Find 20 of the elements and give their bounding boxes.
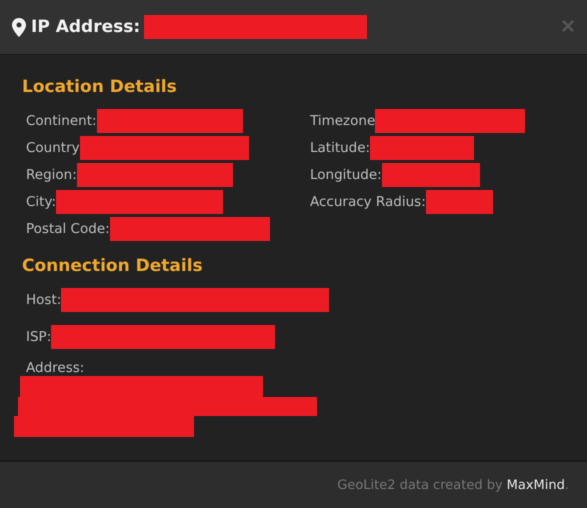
field-label: Postal Code: bbox=[26, 220, 110, 236]
field-label: Host: bbox=[26, 292, 62, 308]
location-pin-icon bbox=[12, 18, 26, 36]
field-label: Accuracy Radius: bbox=[310, 194, 426, 210]
field-label: ISP: bbox=[26, 328, 52, 344]
field-label: Country bbox=[26, 140, 80, 156]
field-label: Latitude: bbox=[310, 140, 370, 156]
field-label: Region: bbox=[26, 166, 77, 182]
field-label: Timezone bbox=[310, 112, 376, 128]
field-label: Continent: bbox=[26, 112, 97, 128]
section-heading: Location Details bbox=[22, 77, 178, 97]
period-text: . bbox=[564, 478, 569, 492]
field-label: Longitude: bbox=[310, 166, 382, 182]
dialog-title: IP Address: bbox=[31, 17, 140, 37]
credit-text: GeoLite2 data created by bbox=[337, 478, 503, 492]
maxmind-link[interactable]: MaxMind bbox=[506, 478, 565, 492]
field-label: Address: bbox=[26, 360, 86, 376]
field-label: City: bbox=[26, 194, 56, 210]
section-heading: Connection Details bbox=[22, 256, 204, 276]
redaction-bar bbox=[426, 190, 493, 214]
